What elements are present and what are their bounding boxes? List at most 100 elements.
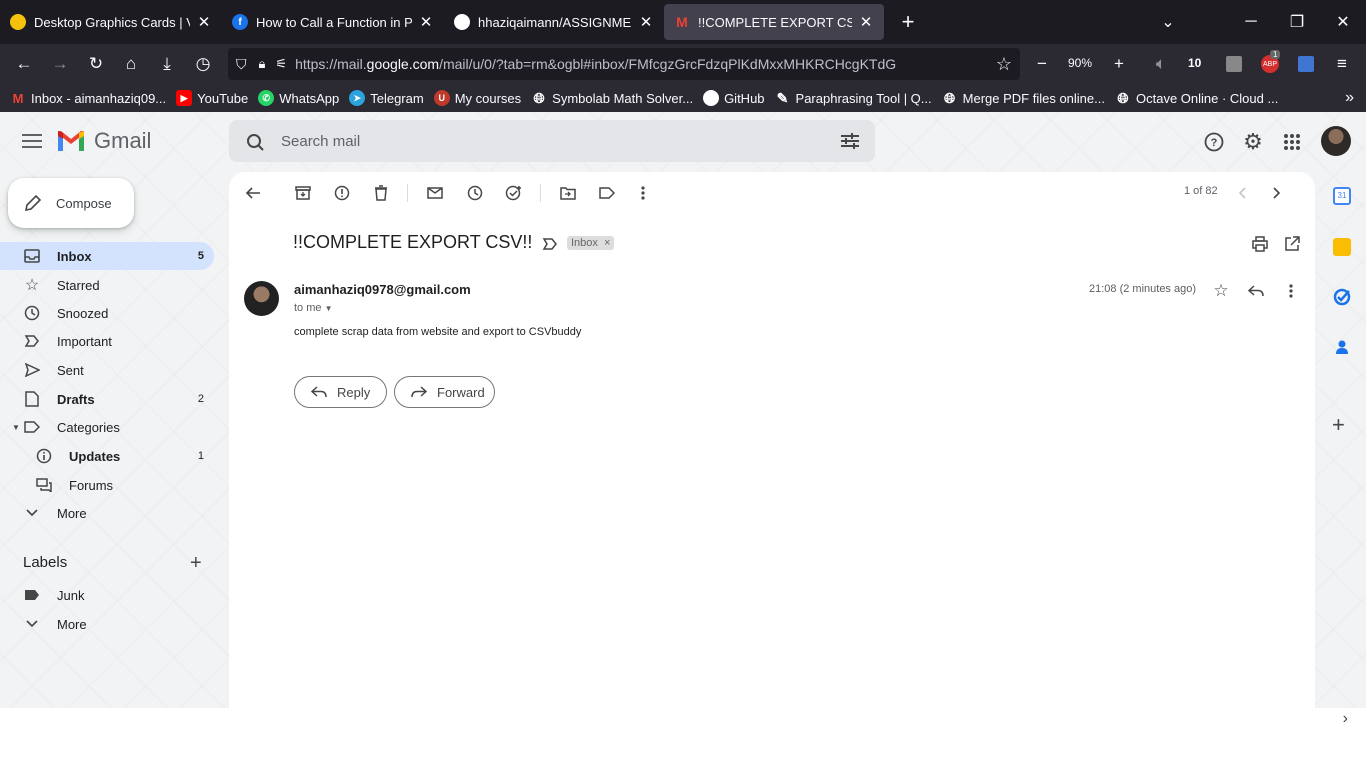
url-text[interactable]: https://mail.google.com/mail/u/0/?tab=rm… (295, 56, 975, 72)
help-icon[interactable]: ? (1202, 130, 1226, 154)
forward-button[interactable]: → (42, 46, 78, 82)
browser-tab-active[interactable]: M !!COMPLETE EXPORT CSV!! - aim ✕ (664, 4, 884, 40)
add-to-tasks-button[interactable] (504, 183, 524, 203)
list-tabs-button[interactable]: ⌄ (1145, 0, 1191, 44)
main-menu-icon[interactable] (20, 130, 44, 154)
bookmark-star-icon[interactable]: ☆ (996, 54, 1012, 75)
recipients-toggle[interactable]: to me ▼ (294, 302, 333, 314)
close-tab-icon[interactable]: ✕ (858, 13, 874, 31)
sidebar-item-snoozed[interactable]: Snoozed (0, 299, 214, 327)
mark-unread-button[interactable] (425, 183, 445, 203)
url-bar[interactable]: ⛉ 🔒︎ ⚟ https://mail.google.com/mail/u/0/… (228, 48, 1020, 80)
sender-email[interactable]: aimanhaziq0978@gmail.com (294, 282, 471, 297)
remove-label-icon[interactable]: × (604, 237, 610, 249)
bookmark-item[interactable]: 🌐︎ Octave Online · Cloud ... (1115, 90, 1278, 106)
sender-avatar[interactable] (244, 281, 279, 316)
close-tab-icon[interactable]: ✕ (418, 13, 434, 31)
sidebar-item-forums[interactable]: Forums (0, 471, 214, 499)
bookmark-item[interactable]: 🌐︎ Merge PDF files online... (942, 90, 1105, 106)
extension-icon[interactable] (1226, 56, 1242, 72)
search-input[interactable]: Search mail (281, 133, 360, 150)
restore-button[interactable]: ❐ (1274, 0, 1320, 44)
sidebar-item-more[interactable]: More (0, 499, 214, 527)
print-button[interactable] (1250, 234, 1270, 254)
close-tab-icon[interactable]: ✕ (638, 13, 654, 31)
apps-grid-icon[interactable] (1280, 130, 1304, 154)
delete-button[interactable] (371, 183, 391, 203)
shield-icon[interactable]: ⛉ (236, 56, 247, 73)
sidebar-item-drafts[interactable]: Drafts 2 (0, 385, 214, 413)
contacts-icon[interactable] (1333, 338, 1351, 356)
sidebar-item-sent[interactable]: Sent (0, 356, 214, 384)
show-side-panel-icon[interactable]: › (1343, 710, 1348, 728)
get-addons-button[interactable]: + (1332, 412, 1345, 438)
keep-icon[interactable] (1333, 238, 1351, 256)
reply-icon[interactable] (1246, 281, 1266, 301)
zoom-out-button[interactable]: − (1024, 46, 1060, 82)
archive-button[interactable] (293, 183, 313, 203)
sidebar-item-starred[interactable]: ☆ Starred (0, 271, 214, 299)
search-options-icon[interactable] (841, 133, 859, 149)
back-to-inbox-button[interactable] (243, 183, 263, 203)
minimize-button[interactable]: ─ (1228, 0, 1274, 44)
bookmark-item[interactable]: GitHub (703, 90, 765, 106)
search-icon[interactable] (229, 121, 269, 161)
new-tab-button[interactable]: + (896, 9, 920, 35)
bookmark-item[interactable]: ➤ Telegram (349, 90, 424, 106)
menu-button[interactable]: ≡ (1324, 46, 1360, 82)
sidebar-item-categories[interactable]: ▼ Categories (0, 413, 214, 441)
snooze-button[interactable] (465, 183, 485, 203)
tasks-icon[interactable] (1333, 288, 1351, 306)
speaker-icon[interactable]: 🔈︎ (1143, 46, 1179, 82)
browser-tab[interactable]: hhaziqaimann/ASSIGNMENT- ✕ (444, 4, 664, 40)
translate-icon[interactable] (1298, 56, 1314, 72)
sidebar-item-inbox[interactable]: Inbox 5 (0, 242, 214, 270)
account-avatar[interactable] (1321, 126, 1351, 156)
bookmark-item[interactable]: ▶ YouTube (176, 90, 248, 106)
label-button[interactable] (597, 183, 617, 203)
zoom-in-button[interactable]: + (1101, 46, 1137, 82)
newer-button[interactable] (1232, 183, 1252, 203)
forward-button[interactable]: Forward (394, 376, 495, 408)
close-window-button[interactable]: ✕ (1320, 0, 1366, 44)
caret-down-icon[interactable]: ▼ (325, 304, 333, 313)
browser-tab[interactable]: f How to Call a Function in Pytho ✕ (222, 4, 444, 40)
sidebar-item-updates[interactable]: Updates 1 (0, 442, 214, 470)
report-spam-button[interactable] (332, 183, 352, 203)
browser-tab[interactable]: Desktop Graphics Cards | Video ✕ (0, 4, 222, 40)
more-options-icon[interactable] (633, 183, 653, 203)
reload-button[interactable]: ↻ (78, 46, 114, 82)
bookmarks-overflow-icon[interactable]: » (1345, 89, 1354, 107)
star-icon[interactable]: ☆ (1211, 281, 1231, 301)
ten-extension-icon[interactable]: 10 (1188, 56, 1201, 70)
move-to-button[interactable] (558, 183, 578, 203)
close-tab-icon[interactable]: ✕ (196, 13, 212, 31)
inbox-label-chip[interactable]: Inbox × (567, 236, 615, 250)
calendar-icon[interactable]: 31 (1333, 187, 1351, 205)
important-marker-icon[interactable] (542, 237, 558, 254)
bookmark-item[interactable]: U My courses (433, 90, 521, 106)
gmail-logo[interactable]: Gmail (56, 128, 151, 154)
sidebar-item-important[interactable]: Important (0, 327, 214, 355)
sidebar-item-junk[interactable]: Junk (0, 581, 214, 609)
reply-button[interactable]: Reply (294, 376, 387, 408)
sidebar-item-labels-more[interactable]: More (0, 610, 214, 638)
zoom-level[interactable]: 90% (1068, 56, 1092, 70)
downloads-button[interactable]: ⤓ (149, 46, 185, 82)
settings-gear-icon[interactable]: ⚙ (1241, 129, 1265, 154)
search-bar[interactable]: Search mail (229, 120, 875, 162)
history-button[interactable]: ◷ (185, 46, 221, 82)
bookmark-item[interactable]: ✆ WhatsApp (258, 90, 339, 106)
compose-button[interactable]: Compose (8, 178, 134, 228)
older-button[interactable] (1267, 183, 1287, 203)
bookmark-item[interactable]: ✎ Paraphrasing Tool | Q... (775, 90, 932, 106)
home-button[interactable]: ⌂ (113, 46, 149, 82)
add-label-button[interactable]: + (190, 552, 202, 575)
bookmark-item[interactable]: 🌐︎ Symbolab Math Solver... (531, 90, 694, 106)
back-button[interactable]: ← (6, 46, 42, 82)
permissions-icon[interactable]: ⚟ (275, 56, 287, 72)
lock-icon[interactable]: 🔒︎ (259, 56, 266, 72)
email-more-options-icon[interactable] (1281, 281, 1301, 301)
caret-down-icon[interactable]: ▼ (12, 423, 20, 432)
bookmark-item[interactable]: M Inbox - aimanhaziq09... (10, 90, 167, 106)
